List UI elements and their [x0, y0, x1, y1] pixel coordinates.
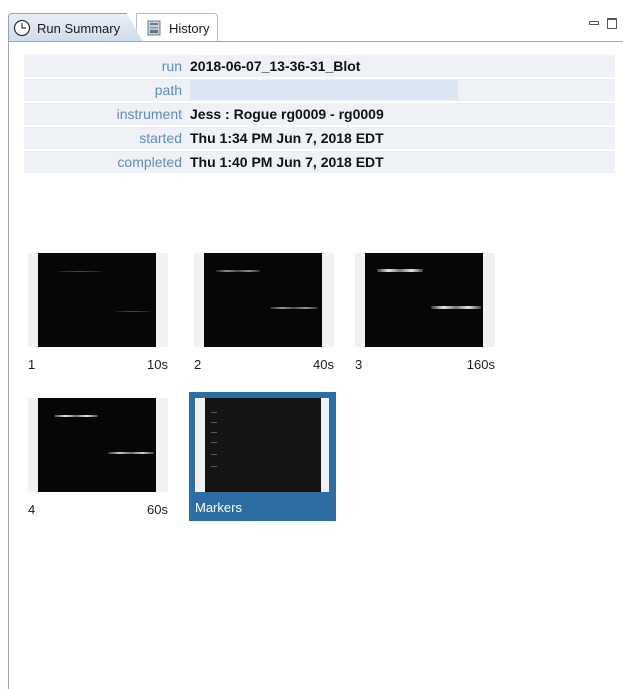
- tab-strip: History Run Summary: [0, 0, 623, 42]
- marker-band: [211, 412, 217, 413]
- prop-key: completed: [117, 154, 182, 170]
- thumbnail-label: 2 40s: [194, 357, 334, 372]
- maximize-icon[interactable]: [607, 17, 617, 29]
- thumbnail-index: 1: [28, 357, 36, 372]
- blot-band: [108, 452, 154, 454]
- marker-band: [211, 442, 217, 443]
- path-field[interactable]: [190, 80, 458, 100]
- markers-thumbnail[interactable]: Markers: [189, 392, 336, 521]
- thumbnail-label: 1 10s: [28, 357, 168, 372]
- prop-key: instrument: [116, 106, 182, 122]
- thumbnail-frame: [355, 253, 495, 347]
- markers-image: [205, 398, 321, 492]
- blot-image: [204, 253, 322, 347]
- exposure-thumbnail-4[interactable]: 4 60s: [28, 398, 168, 520]
- blot-image: [38, 398, 156, 492]
- database-icon: [145, 19, 163, 37]
- thumbnail-frame: [195, 398, 329, 492]
- prop-key: path: [154, 82, 182, 98]
- blot-band: [431, 306, 481, 309]
- thumbnail-label: Markers: [195, 500, 329, 515]
- tab-run-summary-label: Run Summary: [37, 20, 121, 36]
- thumbnail-index: Markers: [195, 500, 242, 515]
- blot-image: [38, 253, 156, 347]
- thumbnail-index: 2: [194, 357, 202, 372]
- exposure-thumbnail-1[interactable]: 1 10s: [28, 253, 168, 375]
- window-controls: [589, 16, 623, 30]
- prop-value: Jess : Rogue rg0009 - rg0009: [190, 106, 384, 122]
- thumbnail-frame: [28, 398, 168, 492]
- prop-key: run: [161, 58, 182, 74]
- prop-value: Thu 1:34 PM Jun 7, 2018 EDT: [190, 130, 384, 146]
- run-properties-table: run 2018-06-07_13-36-31_Blot path instru…: [24, 55, 615, 175]
- thumbnail-exposure: 10s: [147, 357, 168, 372]
- clock-icon: [13, 19, 31, 37]
- blot-band: [270, 307, 318, 309]
- thumbnail-exposure: 40s: [313, 357, 334, 372]
- prop-row-instrument: instrument Jess : Rogue rg0009 - rg0009: [24, 103, 615, 127]
- thumbnail-label: 3 160s: [355, 357, 495, 372]
- blot-band: [216, 270, 260, 272]
- thumbnail-frame: [194, 253, 334, 347]
- exposure-thumbnail-3[interactable]: 3 160s: [355, 253, 495, 375]
- marker-band: [211, 432, 217, 433]
- prop-row-run: run 2018-06-07_13-36-31_Blot: [24, 55, 615, 79]
- blot-band: [377, 269, 423, 272]
- prop-key: started: [139, 130, 182, 146]
- thumbnail-exposure: 160s: [466, 357, 495, 372]
- marker-band: [211, 454, 217, 455]
- blot-image: [365, 253, 483, 347]
- prop-row-started: started Thu 1:34 PM Jun 7, 2018 EDT: [24, 127, 615, 151]
- tab-history-label: History: [169, 20, 210, 36]
- marker-band: [211, 422, 217, 423]
- blot-band: [54, 415, 98, 417]
- prop-value: Thu 1:40 PM Jun 7, 2018 EDT: [190, 154, 384, 170]
- thumbnail-index: 3: [355, 357, 363, 372]
- blot-band: [58, 271, 102, 272]
- tab-history[interactable]: History: [136, 13, 218, 42]
- prop-row-path: path: [24, 79, 615, 103]
- thumbnail-frame: [28, 253, 168, 347]
- tab-run-summary[interactable]: Run Summary: [8, 13, 143, 42]
- marker-band: [211, 466, 217, 467]
- prop-value: 2018-06-07_13-36-31_Blot: [190, 58, 361, 74]
- prop-row-completed: completed Thu 1:40 PM Jun 7, 2018 EDT: [24, 151, 615, 175]
- exposure-thumbnail-2[interactable]: 2 40s: [194, 253, 334, 375]
- thumbnail-exposure: 60s: [147, 502, 168, 517]
- blot-band: [116, 311, 150, 312]
- thumbnail-label: 4 60s: [28, 502, 168, 517]
- thumbnail-index: 4: [28, 502, 36, 517]
- minimize-icon[interactable]: [589, 21, 599, 25]
